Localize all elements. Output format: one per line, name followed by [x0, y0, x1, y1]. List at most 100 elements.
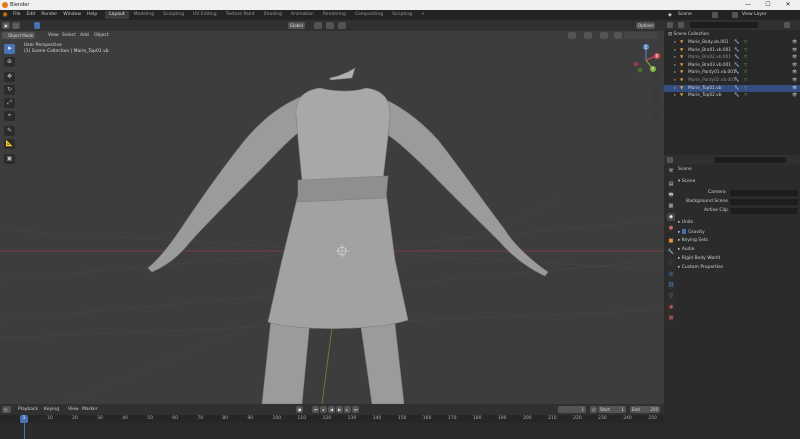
- texture-tab-icon[interactable]: ▩: [667, 314, 675, 322]
- maximize-button[interactable]: ☐: [758, 0, 778, 10]
- record-button[interactable]: ●: [296, 406, 303, 413]
- visibility-eye-icon[interactable]: 👁: [792, 62, 797, 70]
- 3d-viewport[interactable]: [0, 20, 664, 404]
- tab-uv-editing[interactable]: UV Editing: [189, 11, 220, 19]
- scale-tool-icon[interactable]: ⤢: [4, 98, 15, 108]
- transform-orientation-dropdown[interactable]: Global: [288, 22, 305, 29]
- scene-selector[interactable]: Scene: [678, 10, 692, 20]
- pivot-point-icon[interactable]: [314, 22, 322, 29]
- expand-arrow-icon[interactable]: ▸: [674, 62, 676, 70]
- next-keyframe-button[interactable]: ▸: [344, 406, 351, 413]
- active-clip-field[interactable]: [730, 208, 798, 214]
- start-frame-field[interactable]: Start 1: [598, 406, 626, 413]
- tab-layout[interactable]: Layout: [105, 11, 129, 19]
- menu-keying[interactable]: Keying: [44, 406, 59, 413]
- outliner-item[interactable]: ▸ ▼ Marie_Bra02.vb.001 🔧 ▽ 👁: [664, 54, 800, 62]
- add-workspace-button[interactable]: +: [417, 11, 429, 19]
- pan-icon[interactable]: [652, 86, 660, 94]
- expand-arrow-icon[interactable]: ▸: [674, 54, 676, 62]
- background-scene-field[interactable]: [730, 199, 798, 205]
- tab-rendering[interactable]: Rendering: [319, 11, 350, 19]
- particles-tab-icon[interactable]: ∴: [667, 259, 675, 267]
- proportional-edit-icon[interactable]: [338, 22, 346, 29]
- view-layer-tab-icon[interactable]: ▦: [667, 202, 675, 210]
- visibility-eye-icon[interactable]: 👁: [792, 92, 797, 100]
- tab-modeling[interactable]: Modeling: [130, 11, 158, 19]
- new-scene-icon[interactable]: [712, 12, 718, 18]
- tab-texture-paint[interactable]: Texture Paint: [222, 11, 259, 19]
- panel-rigid-body-world[interactable]: ▸ Rigid Body World: [678, 256, 720, 261]
- menu-edit[interactable]: Edit: [24, 10, 39, 20]
- material-tab-icon[interactable]: ◕: [667, 303, 675, 311]
- expand-arrow-icon[interactable]: ▸: [674, 92, 676, 100]
- tool-tab-icon[interactable]: ⚒: [667, 167, 675, 175]
- play-reverse-button[interactable]: ◀: [328, 406, 335, 413]
- current-frame-field[interactable]: 1: [558, 406, 586, 413]
- frame-ruler[interactable]: 0102030405060708090100110120130140150160…: [0, 415, 664, 423]
- menu-add[interactable]: Add: [80, 32, 89, 39]
- panel-audio[interactable]: ▸ Audio: [678, 247, 695, 252]
- shading-mode-group[interactable]: [624, 32, 658, 39]
- select-box-icon[interactable]: [34, 22, 40, 29]
- perspective-toggle-icon[interactable]: [652, 110, 660, 118]
- gizmo-toggle-icon[interactable]: [584, 32, 592, 39]
- zoom-icon[interactable]: [652, 74, 660, 82]
- filter-icon[interactable]: [784, 22, 790, 28]
- end-frame-field[interactable]: End 250: [630, 406, 660, 413]
- outliner-search-input[interactable]: [690, 22, 758, 28]
- expand-arrow-icon[interactable]: ▸: [674, 47, 676, 55]
- visibility-eye-icon[interactable]: 👁: [792, 69, 797, 77]
- render-tab-icon[interactable]: ▤: [667, 180, 675, 188]
- cursor-tool-icon[interactable]: ⊕: [4, 57, 15, 67]
- world-tab-icon[interactable]: ●: [667, 224, 675, 232]
- view-layer-selector[interactable]: View Layer: [742, 10, 767, 20]
- xray-icon[interactable]: [614, 32, 622, 39]
- menu-object[interactable]: Object: [94, 32, 109, 39]
- expand-arrow-icon[interactable]: ▸: [674, 39, 676, 47]
- timeline-editor-icon[interactable]: ◷: [2, 406, 11, 413]
- close-button[interactable]: ✕: [778, 0, 798, 10]
- editor-type-icon[interactable]: ▣: [2, 22, 10, 29]
- tab-shading[interactable]: Shading: [260, 11, 286, 19]
- menu-render[interactable]: Render: [38, 10, 60, 20]
- menu-help[interactable]: Help: [84, 10, 100, 20]
- scene-panel-header[interactable]: ▾ Scene: [678, 179, 695, 184]
- panel-gravity[interactable]: ▸ Gravity: [678, 229, 705, 235]
- visibility-eye-icon[interactable]: 👁: [792, 39, 797, 47]
- outliner-root[interactable]: ▤ Scene Collection: [664, 31, 800, 39]
- menu-window[interactable]: Window: [60, 10, 84, 20]
- play-button[interactable]: ▶: [336, 406, 343, 413]
- camera-view-icon[interactable]: [652, 98, 660, 106]
- snap-icon[interactable]: [326, 22, 334, 29]
- add-cube-tool-icon[interactable]: ▣: [4, 154, 15, 164]
- menu-view-timeline[interactable]: View: [68, 406, 79, 413]
- menu-playback[interactable]: Playback: [18, 406, 38, 413]
- outliner-item[interactable]: ▸ ▼ Marie_Bra03.vb.001 🔧 ▽ 👁: [664, 62, 800, 70]
- jump-start-button[interactable]: ⏮: [312, 406, 319, 413]
- visibility-eye-icon[interactable]: 👁: [792, 54, 797, 62]
- tab-compositing[interactable]: Compositing: [351, 11, 387, 19]
- outliner-item[interactable]: ▸ ▼ Marie_Bra01.vb.001 🔧 ▽ 👁: [664, 47, 800, 55]
- menu-file[interactable]: File: [10, 10, 24, 20]
- expand-arrow-icon[interactable]: ▸: [674, 69, 676, 77]
- expand-arrow-icon[interactable]: ▸: [674, 85, 676, 93]
- output-tab-icon[interactable]: 🖶: [667, 191, 675, 199]
- annotate-tool-icon[interactable]: ✎: [4, 126, 15, 136]
- panel-keying-sets[interactable]: ▸ Keying Sets: [678, 238, 708, 243]
- view-object-types-icon[interactable]: [568, 32, 576, 39]
- outliner-item[interactable]: ▸ ▼ Marie_Panty01.vb.001 🔧 ▽ 👁: [664, 69, 800, 77]
- rotate-tool-icon[interactable]: ↻: [4, 85, 15, 95]
- outliner-item[interactable]: ▸ ▼ Marie_Body.vb.001 🔧 ▽ 👁: [664, 39, 800, 47]
- jump-end-button[interactable]: ⏭: [352, 406, 359, 413]
- navigation-gizmo[interactable]: Z X Y: [628, 40, 664, 90]
- properties-search-input[interactable]: [714, 156, 786, 163]
- properties-editor-icon[interactable]: [667, 156, 673, 163]
- menu-select[interactable]: Select: [62, 32, 76, 39]
- minimize-button[interactable]: —: [738, 0, 758, 10]
- overlays-icon[interactable]: [600, 32, 608, 39]
- scene-tab-icon[interactable]: ◆: [667, 213, 675, 221]
- tab-scripting[interactable]: Scripting: [388, 11, 416, 19]
- panel-custom-properties[interactable]: ▸ Custom Properties: [678, 265, 723, 270]
- outliner-item[interactable]: ▸ ▼ Marie_Top01.vb 🔧 ▽ 👁: [664, 84, 800, 93]
- camera-field[interactable]: [730, 190, 798, 196]
